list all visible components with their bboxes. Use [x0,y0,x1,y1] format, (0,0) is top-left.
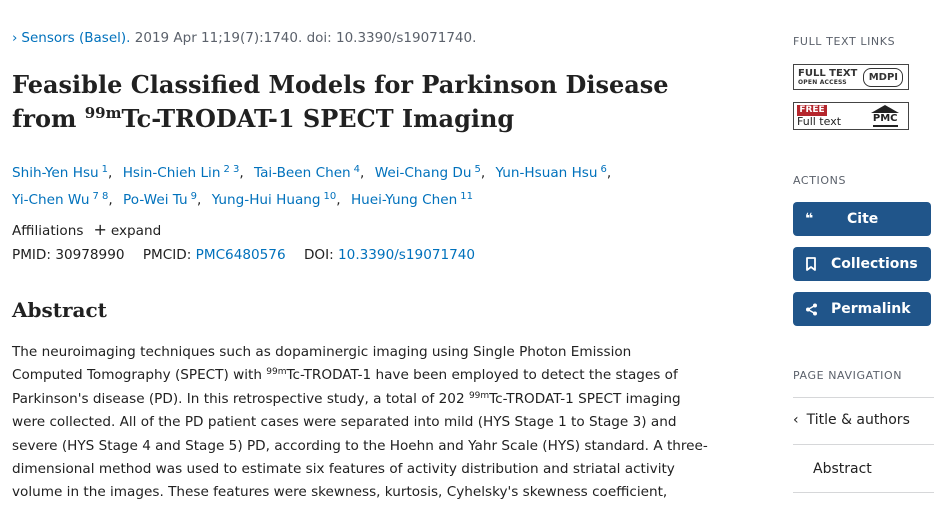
author-link[interactable]: Shih-Yen Hsu [12,165,99,181]
chevron-right-icon: › [12,30,18,46]
abstract-line: Parkinson's disease (PD). In this retros… [12,390,681,407]
pmid-label: PMID: [12,247,56,263]
full-text-label: Full text [797,114,842,128]
pmc-logo-text: PMC [872,113,898,127]
author-link[interactable]: Yi-Chen Wu [12,192,89,208]
pmid-value: 30978990 [55,247,125,263]
collections-button-label: Collections [831,256,918,272]
citation-details: 2019 Apr 11;19(7):1740. doi: 10.3390/s19… [130,30,477,46]
title-superscript: 99m [84,104,122,122]
author-link[interactable]: Po-Wei Tu [123,192,188,208]
nav-title-authors[interactable]: ‹ Title & authors [793,412,934,428]
doi-label: DOI: [303,247,339,263]
author-link[interactable]: Huei-Yung Chen [351,192,457,208]
abstract-line: volume in the images. These features wer… [12,484,668,501]
author-link[interactable]: Wei-Chang Du [375,165,472,181]
pmcid-label: PMCID: [142,247,196,263]
nav-divider [793,397,934,398]
author-link[interactable]: Yung-Hui Huang [212,192,321,208]
mdpi-line1: FULL TEXT [798,67,858,79]
share-icon [805,303,831,316]
identifiers: PMID: 30978990 PMCID: PMC6480576 DOI: 10… [12,247,475,263]
affiliations-toggle[interactable]: Affiliations + expand [12,220,161,239]
full-text-links-label: FULL TEXT LINKS [793,35,896,48]
article-title: Feasible Classified Models for Parkinson… [12,68,712,136]
nav-divider [793,444,934,445]
pmc-roof-icon [871,105,900,113]
mdpi-line2: OPEN ACCESS [798,78,847,86]
abstract-line: severe (HYS Stage 4 and Stage 5) PD, acc… [12,437,708,454]
nav-abstract[interactable]: Abstract [793,461,934,477]
title-line-2-pre: from [12,104,85,133]
free-badge: FREE [797,104,827,116]
cite-button-label: Cite [847,211,879,227]
abstract-line: were collected. All of the PD patient ca… [12,414,677,431]
pmcid-link[interactable]: PMC6480576 [196,247,286,263]
author-link[interactable]: Tai-Been Chen [254,165,351,181]
affiliation-ref[interactable]: 6 [601,164,607,175]
doi-link[interactable]: 10.3390/s19071740 [338,247,475,263]
affiliation-ref[interactable]: 10 [324,191,337,202]
abstract-line: dimensional method was used to estimate … [12,461,675,478]
mdpi-logo: MDPI [863,67,904,87]
author-list: Shih-Yen Hsu 1, Hsin-Chieh Lin 2 3, Tai-Be… [12,164,612,208]
page-navigation-label: PAGE NAVIGATION [793,369,903,382]
affiliation-ref[interactable]: 2 3 [223,164,239,175]
chevron-left-icon: ‹ [793,412,799,428]
abstract-line: The neuroimaging techniques such as dopa… [12,344,632,360]
collections-button[interactable]: Collections [793,247,931,281]
pmc-logo: PMC [862,105,908,127]
abstract-heading: Abstract [12,298,107,322]
abstract-text: The neuroimaging techniques such as dopa… [12,341,737,505]
actions-label: ACTIONS [793,174,847,187]
pmc-full-text-link[interactable]: FREE Full text PMC [793,102,909,130]
bookmark-icon [805,257,831,271]
title-line-1: Feasible Classified Models for Parkinson… [12,70,669,99]
affiliations-label: Affiliations [12,223,84,239]
cite-button[interactable]: ❝ Cite [793,202,931,236]
journal-link[interactable]: Sensors (Basel). [21,30,130,46]
permalink-button-label: Permalink [831,301,911,317]
quote-icon: ❝ [805,211,814,227]
expand-label: expand [110,223,162,239]
affiliation-ref[interactable]: 7 8 [92,191,108,202]
affiliation-ref[interactable]: 11 [460,191,473,202]
citation-line: › Sensors (Basel). 2019 Apr 11;19(7):1740… [12,30,476,46]
permalink-button[interactable]: Permalink [793,292,931,326]
abstract-line: Computed Tomography (SPECT) with 99mTc-T… [12,367,678,384]
nav-abstract-label: Abstract [813,461,872,477]
affiliation-ref[interactable]: 5 [474,164,480,175]
plus-icon: + [93,220,107,239]
author-link[interactable]: Hsin-Chieh Lin [123,165,221,181]
nav-divider [793,492,934,493]
author-link[interactable]: Yun-Hsuan Hsu [496,165,598,181]
mdpi-full-text-link[interactable]: FULL TEXT OPEN ACCESS MDPI [793,64,909,90]
nav-title-authors-label: Title & authors [806,412,910,428]
title-line-2-post: Tc-TRODAT-1 SPECT Imaging [121,104,515,133]
